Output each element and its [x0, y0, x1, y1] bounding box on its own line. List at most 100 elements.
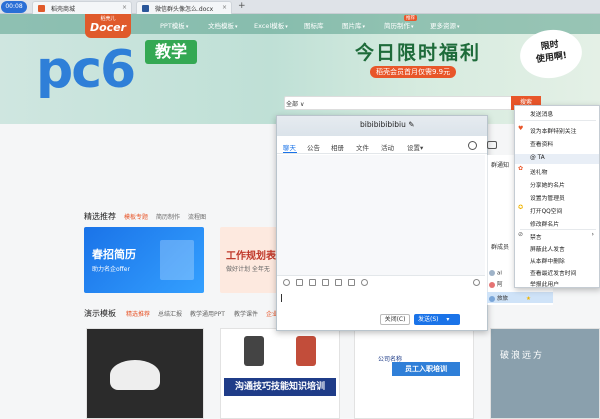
- nav-more[interactable]: 更多资源▾: [430, 20, 460, 30]
- tab-album[interactable]: 相册: [331, 142, 344, 152]
- gallery-icon[interactable]: [348, 279, 355, 286]
- search-category-select[interactable]: 全部 ∨: [286, 99, 304, 108]
- avatar: [489, 270, 495, 276]
- menu-item-send-message[interactable]: 发送消息: [530, 109, 553, 118]
- word-doc-icon: [142, 5, 149, 12]
- chevron-down-icon: ▾: [420, 144, 424, 152]
- docer-logo[interactable]: 稻壳儿 Docer: [85, 14, 131, 38]
- subtab-flowchart[interactable]: 流程图: [188, 212, 206, 221]
- menu-item-set-admin[interactable]: 设置为管理员: [530, 193, 565, 202]
- recommend-badge: 推荐: [404, 15, 417, 21]
- recorder-timer[interactable]: 00:08: [1, 1, 27, 13]
- tab-notice[interactable]: 公告: [307, 142, 320, 152]
- chevron-down-icon: ▾: [185, 24, 189, 30]
- menu-separator: [520, 120, 596, 121]
- emoji-icon[interactable]: [283, 279, 290, 286]
- chat-title: bibibibibibiu ✎: [360, 120, 415, 129]
- chevron-down-icon: ▾: [235, 24, 238, 30]
- tab-files[interactable]: 文件: [356, 142, 369, 152]
- menu-item-qq-zone[interactable]: 打开QQ空间: [530, 206, 562, 215]
- tab-word-doc[interactable]: 微信群头像怎么.docx ×: [136, 1, 232, 14]
- nav-excel[interactable]: Excel模板▾: [254, 20, 288, 30]
- thumbnail-title: 员工入职培训: [392, 362, 460, 376]
- chevron-down-icon: ▾: [446, 316, 450, 323]
- menu-item-view-profile[interactable]: 查看资料: [530, 139, 553, 148]
- logo-text: Docer: [89, 21, 127, 34]
- close-icon[interactable]: ×: [122, 4, 127, 11]
- tab-chat[interactable]: 聊天: [283, 142, 296, 152]
- nav-resume[interactable]: 简历制作▾: [384, 20, 414, 30]
- figure-illustration: [244, 336, 264, 366]
- subtab-summary[interactable]: 总结汇报: [158, 309, 182, 318]
- promo-subtitle[interactable]: 稻壳会员首月仅需9.9元: [370, 66, 457, 78]
- menu-separator: [520, 229, 596, 230]
- card-title: 工作规划表: [226, 251, 276, 262]
- tab-label: 稻壳商城: [51, 6, 76, 13]
- template-thumbnail[interactable]: [490, 328, 600, 419]
- nav-doc[interactable]: 文档模板▾: [208, 20, 238, 30]
- menu-item-edit-card[interactable]: 修改群名片: [530, 219, 559, 228]
- subtab-courseware[interactable]: 教学课件: [234, 309, 258, 318]
- chevron-down-icon: ▾: [457, 24, 460, 30]
- gif-icon[interactable]: [296, 279, 303, 286]
- teapot-image: [110, 360, 160, 390]
- menu-item-last-speak-time[interactable]: 查看最近发言时间: [530, 268, 576, 277]
- chat-message-area[interactable]: [277, 155, 485, 275]
- chevron-down-icon: ∨: [299, 101, 305, 108]
- subtab-topics[interactable]: 模板专题: [124, 212, 148, 221]
- thumbnail-title: 沟通技巧技能知识培训: [224, 378, 336, 396]
- promo-title: 今日限时福利: [355, 42, 482, 64]
- menu-item-block[interactable]: 屏蔽此人发言: [530, 244, 565, 253]
- edit-icon[interactable]: ✎: [408, 120, 414, 129]
- group-notice-label[interactable]: 群通知: [491, 160, 509, 169]
- tab-docer[interactable]: 稻壳商城 ×: [32, 1, 132, 14]
- owner-star-icon: ★: [526, 296, 531, 302]
- active-tab-underline: [283, 152, 297, 153]
- phone-icon[interactable]: [468, 141, 477, 150]
- menu-hover-highlight: [515, 154, 599, 164]
- subtab-resume[interactable]: 简历制作: [156, 212, 180, 221]
- group-members-label: 群成员: [491, 244, 510, 251]
- nav-images[interactable]: 图片库▾: [342, 20, 365, 30]
- member-item[interactable]: 阿: [489, 280, 503, 288]
- scissors-icon[interactable]: [309, 279, 316, 286]
- figure-illustration: [296, 336, 316, 366]
- avatar: [489, 281, 495, 288]
- nav-icons[interactable]: 图标库: [304, 20, 324, 30]
- folder-icon[interactable]: [322, 279, 329, 286]
- card-subtitle: 助力名企offer: [92, 266, 130, 273]
- close-icon[interactable]: ×: [222, 4, 227, 11]
- avatar: [489, 295, 495, 302]
- nav-ppt[interactable]: PPT模板▾: [160, 20, 188, 30]
- mute-icon: ⊘: [518, 231, 524, 238]
- subtab-featured[interactable]: 精选推荐: [126, 309, 150, 318]
- heart-icon: ♥: [518, 125, 524, 132]
- star-icon: ✪: [518, 204, 524, 211]
- template-thumbnail[interactable]: [220, 328, 340, 419]
- menu-item-mute[interactable]: 禁言 ›: [530, 232, 594, 241]
- member-item[interactable]: al: [489, 270, 502, 277]
- send-button[interactable]: 发送(S) ▾: [414, 314, 460, 325]
- tab-activity[interactable]: 活动: [381, 142, 394, 152]
- menu-item-send-gift[interactable]: 送礼物: [530, 167, 547, 176]
- menu-item-report[interactable]: 举报此用户: [530, 279, 559, 288]
- chevron-down-icon: ▾: [411, 24, 414, 30]
- tab-settings[interactable]: 设置▾: [407, 142, 423, 152]
- menu-item-remove[interactable]: 从本群中删除: [530, 256, 565, 265]
- search-input[interactable]: [284, 96, 516, 110]
- video-icon[interactable]: [487, 141, 497, 149]
- image-icon[interactable]: [335, 279, 342, 286]
- brand-badge: 教学: [145, 40, 197, 64]
- chevron-right-icon: ›: [591, 232, 594, 238]
- pc6-logo: pc6: [36, 40, 136, 100]
- docer-icon: [38, 5, 45, 12]
- member-item-selected[interactable]: 旅旅 ★: [489, 294, 531, 302]
- menu-item-special-follow[interactable]: 设为本群特别关注: [530, 126, 576, 135]
- subtab-teaching-ppt[interactable]: 教学通用PPT: [190, 309, 225, 318]
- new-tab-button[interactable]: +: [238, 1, 246, 11]
- history-icon[interactable]: [473, 279, 480, 286]
- menu-item-mention[interactable]: @ TA: [530, 155, 545, 161]
- close-button[interactable]: 关闭(C): [380, 314, 410, 325]
- more-icon[interactable]: [361, 279, 368, 286]
- menu-item-share-card[interactable]: 分享她的名片: [530, 180, 565, 189]
